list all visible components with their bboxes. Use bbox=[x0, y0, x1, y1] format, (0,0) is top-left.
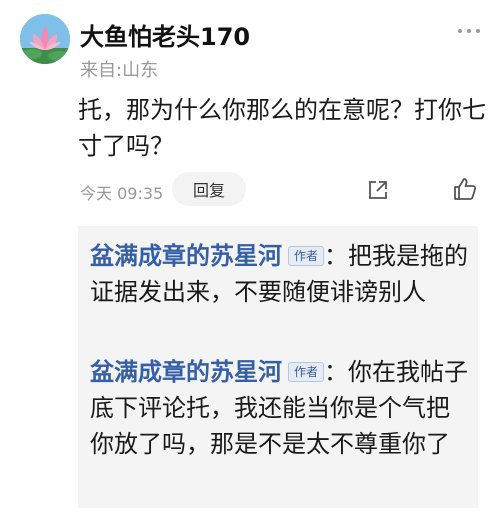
comment-timestamp: 今天 09:35 bbox=[80, 184, 164, 203]
reply-separator: ： bbox=[324, 358, 349, 386]
reply-author-link[interactable]: 盆满成章的苏星河 bbox=[90, 358, 282, 386]
location-label: 来自:山东 bbox=[80, 60, 159, 81]
author-badge: 作者 bbox=[288, 246, 325, 266]
reply-item: 盆满成章的苏星河 作者 ：你在我帖子底下评论托，我还能当你是个气把你放了吗，那是不是… bbox=[90, 354, 470, 462]
thumbs-up-icon[interactable] bbox=[452, 176, 478, 202]
author-badge: 作者 bbox=[288, 362, 325, 382]
comment-text: 托，那为什么你那么的在意呢？打你七寸了吗？ bbox=[78, 96, 486, 160]
reply-button[interactable]: 回复 bbox=[172, 172, 246, 206]
username[interactable]: 大鱼怕老头170 bbox=[80, 17, 250, 52]
replies-panel: 盆满成章的苏星河 作者 ：把我是拖的证据发出来，不要随便诽谤别人 盆满成章的苏星河作… bbox=[78, 226, 478, 508]
reply-separator: ： bbox=[324, 242, 349, 270]
more-options-icon[interactable] bbox=[458, 28, 480, 34]
avatar[interactable] bbox=[20, 14, 70, 64]
share-icon[interactable] bbox=[366, 178, 390, 202]
reply-author-link[interactable]: 盆满成章的苏星河 bbox=[90, 242, 282, 270]
reply-item: 盆满成章的苏星河 作者 ：把我是拖的证据发出来，不要随便诽谤别人 bbox=[90, 238, 470, 310]
lotus-avatar-image bbox=[20, 14, 70, 64]
